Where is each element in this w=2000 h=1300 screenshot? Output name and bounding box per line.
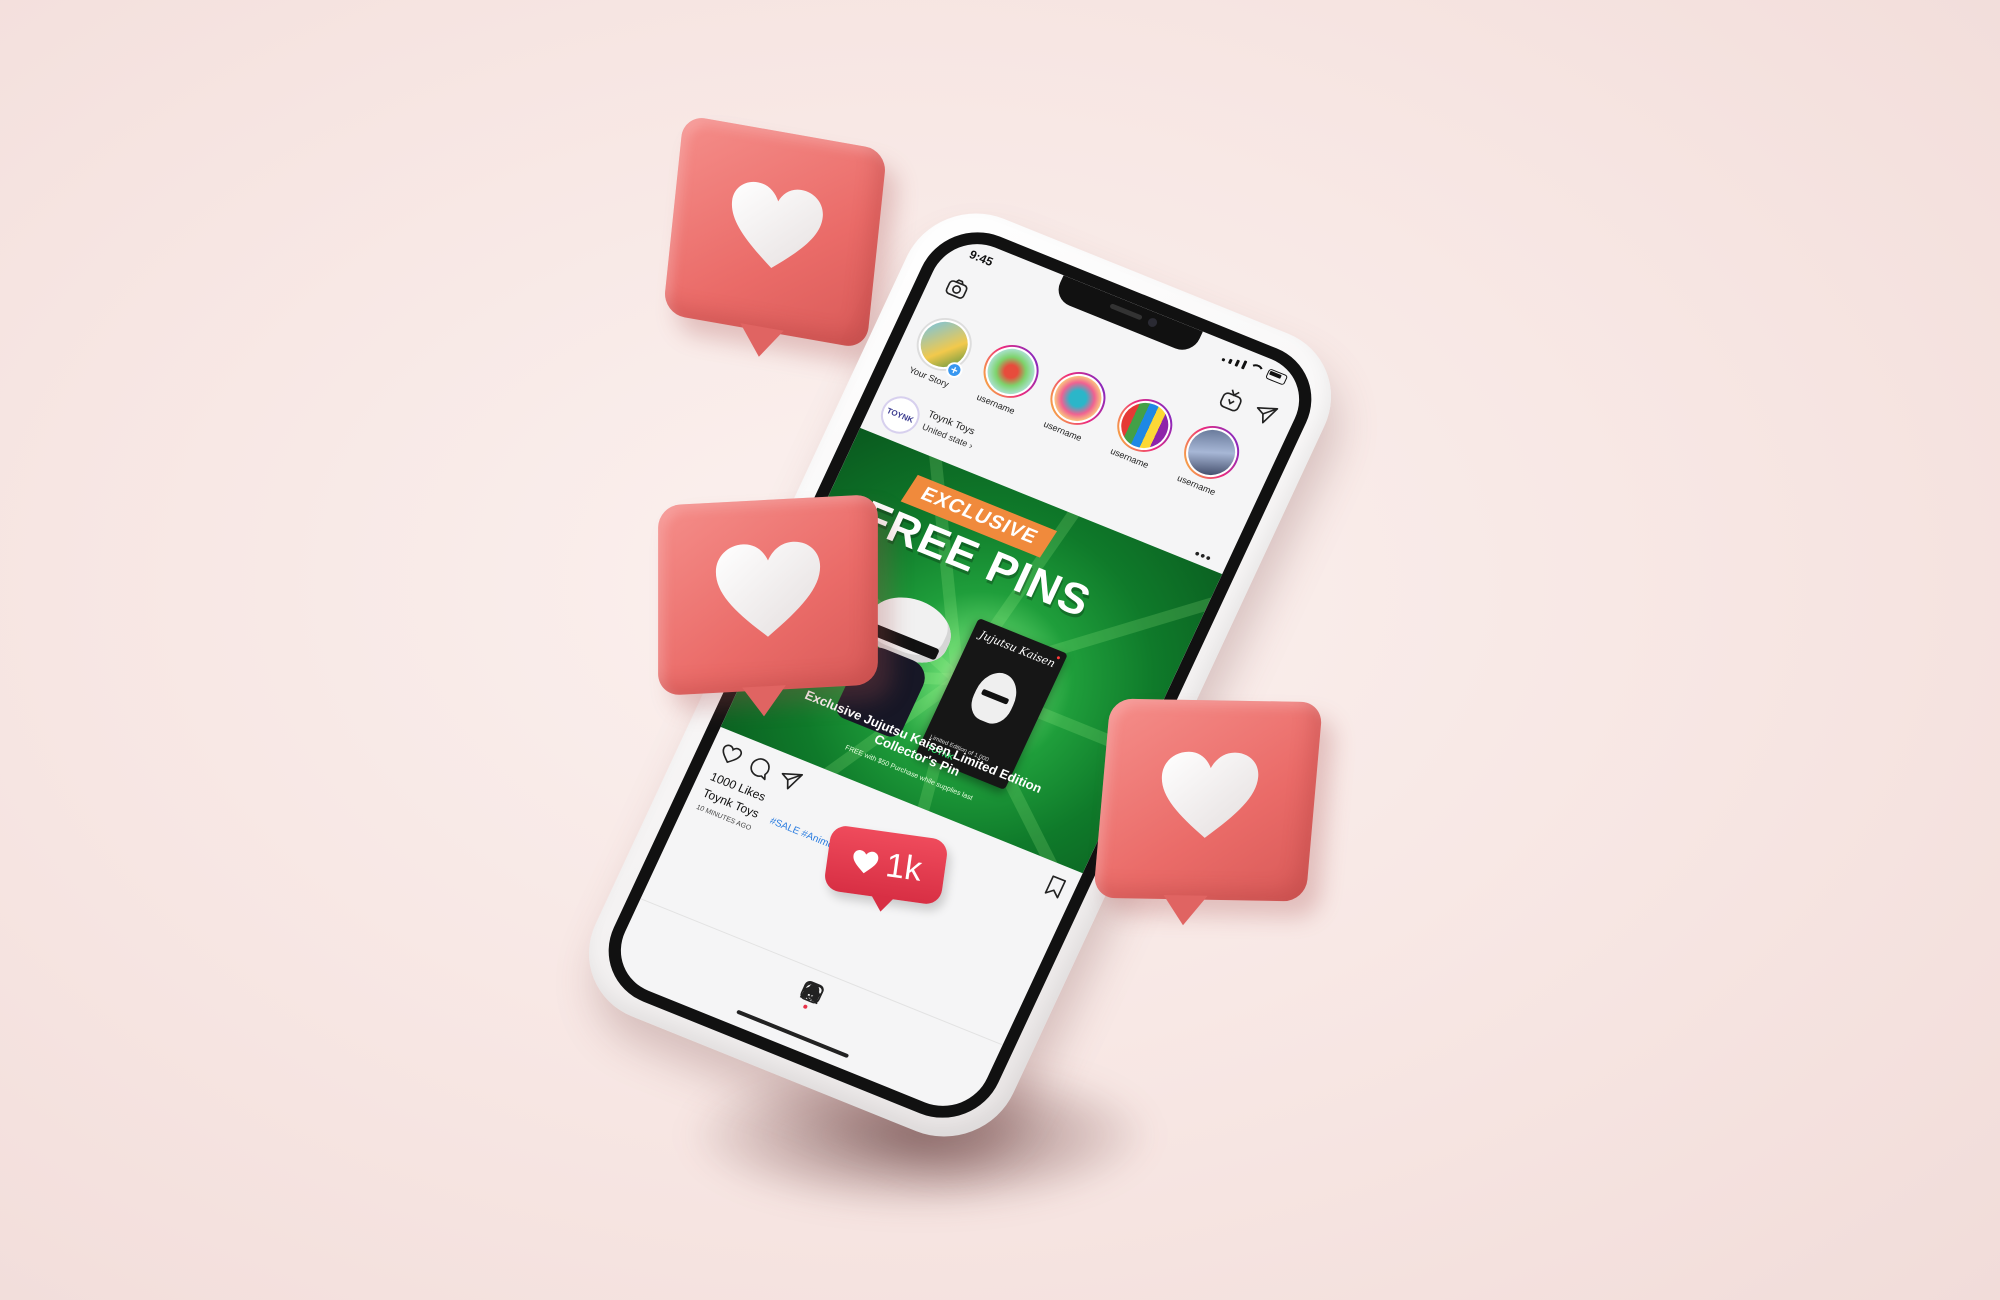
earpiece-speaker — [1109, 303, 1143, 321]
direct-message-icon[interactable] — [1250, 400, 1280, 428]
signal-bar — [1227, 358, 1233, 365]
profile-icon[interactable] — [797, 978, 827, 1006]
caption-hashtags[interactable]: #SALE #Anime — [768, 816, 836, 851]
heart-icon — [1161, 751, 1259, 838]
avatar-logo-text: TOYNK — [885, 405, 916, 425]
camera-icon[interactable] — [943, 275, 972, 301]
floating-like-notification-top — [662, 114, 888, 350]
heart-icon — [853, 850, 879, 874]
avatar — [910, 312, 979, 377]
avatar — [1110, 393, 1179, 458]
pin-card-title: Jujutsu Kaisen — [977, 628, 1058, 671]
bookmark-icon[interactable] — [1042, 874, 1068, 901]
mockup-scene: 9:45 + Your Story username username user… — [0, 0, 2000, 1300]
wifi-icon — [1247, 361, 1266, 377]
signal-bar — [1234, 359, 1241, 367]
heart-icon — [715, 541, 821, 637]
avatar — [1177, 420, 1246, 485]
signal-bar — [1240, 360, 1248, 370]
avatar — [977, 339, 1045, 404]
floating-like-notification-middle — [658, 494, 878, 696]
bottom-tab-bar — [621, 898, 1003, 1086]
battery-icon — [1265, 368, 1289, 386]
comment-icon[interactable] — [745, 754, 775, 782]
avatar — [1044, 366, 1112, 431]
like-count: 1k — [883, 845, 925, 889]
igtv-icon[interactable] — [1217, 386, 1247, 414]
signal-icon — [1221, 357, 1226, 362]
avatar[interactable]: TOYNK — [874, 390, 926, 440]
status-time: 9:45 — [967, 247, 996, 269]
floating-like-notification-right — [1093, 698, 1323, 902]
chevron-right-icon: › — [967, 440, 975, 451]
share-icon[interactable] — [775, 766, 805, 794]
heart-icon — [732, 181, 823, 268]
like-icon[interactable] — [716, 742, 745, 768]
pin-card-figure — [965, 666, 1025, 729]
front-camera — [1146, 316, 1159, 329]
notification-dot — [802, 1004, 809, 1010]
